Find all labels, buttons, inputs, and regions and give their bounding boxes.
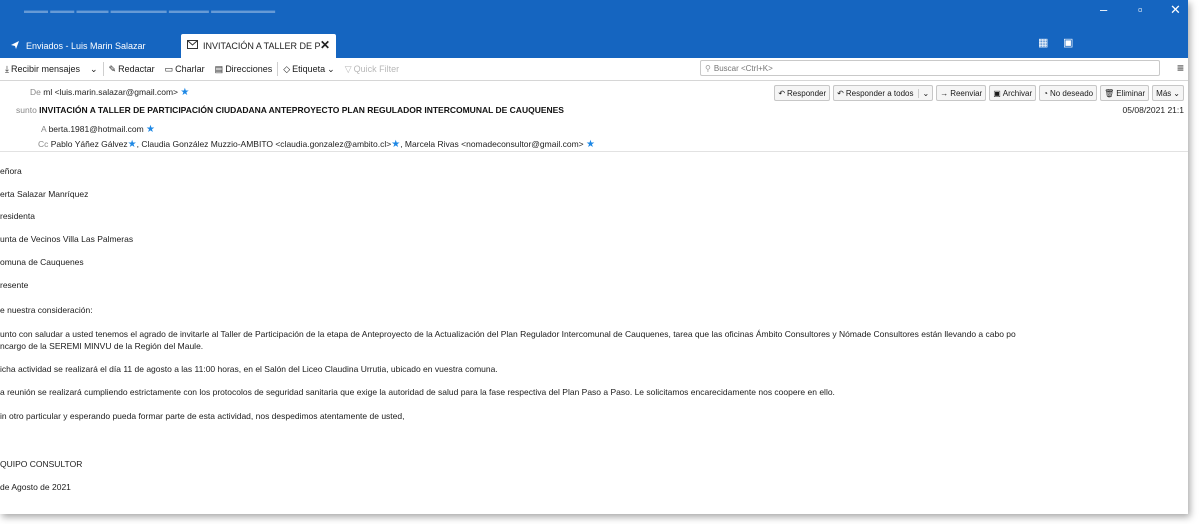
chevron-down-icon: ⌄ [327,63,335,74]
cc-label: Cc [38,139,49,149]
from-label: De [30,87,41,97]
search-box[interactable]: ⚲ [700,60,1160,76]
filter-icon: ▽ [344,63,352,74]
subject-value: INVITACIÓN A TALLER DE PARTICIPACIÓN CIU… [39,105,564,115]
window-title-bar: ▬▬▬ ▬▬▬ ▬▬▬▬ ▬▬▬▬▬▬▬ ▬▬▬▬▬ ▬▬▬▬▬▬▬▬ – ▫ … [0,0,1188,26]
chat-button[interactable]: ▭ Charlar [160,64,210,75]
from-row: De ml <luis.marin.salazar@gmail.com> ★ [30,87,189,98]
star-icon[interactable]: ★ [391,139,400,150]
archive-label: Archivar [1002,88,1033,98]
reply-all-label: Responder a todos [845,88,914,98]
chat-label: Charlar [175,64,205,74]
body-line: e nuestra consideración: [0,305,93,315]
tab-sent[interactable]: Enviados - Luis Marin Salazar [0,34,175,58]
chevron-down-icon: ⌄ [1173,88,1180,98]
reply-all-icon: ↶ [837,88,844,98]
forward-label: Reenviar [950,88,983,98]
from-value[interactable]: ml <luis.marin.salazar@gmail.com> [43,87,178,97]
junk-icon: ◔ [1043,88,1048,98]
chevron-down-icon: ⌄ [918,88,929,98]
address-book-label: Direcciones [225,64,273,74]
body-line: residenta [0,211,35,221]
reply-icon: ↶ [778,88,786,98]
delete-button[interactable]: 🗑 Eliminar [1100,85,1150,101]
address-book-icon: ▤ [214,63,224,74]
sent-icon [10,40,20,52]
message-header: De ml <luis.marin.salazar@gmail.com> ★ s… [0,81,1188,152]
download-icon: ⤓ [5,63,9,74]
quick-filter-label: Quick Filter [353,64,400,74]
get-messages-dropdown[interactable]: ⌄ [85,64,103,75]
reply-all-button[interactable]: ↶ Responder a todos ⌄ [833,85,934,101]
tasks-icon[interactable]: ▣ [1063,36,1073,49]
body-line: in otro particular y esperando pueda for… [0,411,405,421]
more-label: Más [1156,88,1172,98]
forward-button[interactable]: → Reenviar [936,85,987,101]
chat-icon: ▭ [164,63,174,74]
close-window-icon[interactable]: ✕ [1170,2,1181,18]
junk-button[interactable]: ◔ No deseado [1039,85,1098,101]
tab-message[interactable]: INVITACIÓN A TALLER DE P ✕ [181,34,336,58]
compose-label: Redactar [118,64,155,74]
body-line: unto con saludar a usted tenemos el agra… [0,329,1016,339]
maximize-icon[interactable]: ▫ [1138,2,1143,17]
cc-row: Cc Pablo Yáñez Gálvez★, Claudia González… [38,139,595,150]
get-messages-button[interactable]: ⤓ Recibir mensajes [0,64,85,75]
calendar-icon[interactable]: ▦ [1038,36,1048,49]
chevron-down-icon: ⌄ [90,63,98,74]
blurred-menu: ▬▬▬ ▬▬▬ ▬▬▬▬ ▬▬▬▬▬▬▬ ▬▬▬▬▬ ▬▬▬▬▬▬▬▬ [24,6,276,15]
body-line: eñora [0,166,22,176]
subject-label: sunto [16,105,37,115]
star-icon[interactable]: ★ [586,139,595,150]
archive-icon: ▣ [993,88,1001,98]
junk-label: No deseado [1049,88,1094,98]
message-actions: ↶ Responder ↶ Responder a todos ⌄ → Reenviar… [774,85,1184,101]
minimize-icon[interactable]: – [1100,2,1107,17]
reply-label: Responder [787,88,827,98]
reply-button[interactable]: ↶ Responder [774,85,831,101]
body-line: QUIPO CONSULTOR [0,459,83,469]
body-line: icha actividad se realizará el día 11 de… [0,364,498,374]
tag-icon: ◇ [283,63,291,74]
tag-label: Etiqueta [292,64,326,74]
more-button[interactable]: Más ⌄ [1152,85,1184,101]
body-line: unta de Vecinos Villa Las Palmeras [0,234,134,244]
envelope-icon [187,40,198,51]
pencil-icon: ✎ [108,63,117,74]
cc-recipient[interactable]: , Claudia González Muzzio-AMBITO <claudi… [137,139,392,149]
hamburger-menu-icon[interactable]: ≡ [1177,61,1184,75]
mail-window: ▬▬▬ ▬▬▬ ▬▬▬▬ ▬▬▬▬▬▬▬ ▬▬▬▬▬ ▬▬▬▬▬▬▬▬ – ▫ … [0,0,1188,514]
delete-label: Eliminar [1116,88,1146,98]
tab-sent-label: Enviados - Luis Marin Salazar [26,41,146,51]
close-tab-icon[interactable]: ✕ [320,38,330,52]
star-icon[interactable]: ★ [180,87,189,98]
body-line: resente [0,280,29,290]
star-icon[interactable]: ★ [146,124,155,135]
to-row: A berta.1981@hotmail.com ★ [41,124,155,135]
to-value[interactable]: berta.1981@hotmail.com [49,124,144,134]
body-line: omuna de Cauquenes [0,257,84,267]
tab-message-label: INVITACIÓN A TALLER DE P [203,41,321,51]
address-book-button[interactable]: ▤ Direcciones [210,64,278,75]
compose-button[interactable]: ✎ Redactar [104,64,160,75]
body-line: de Agosto de 2021 [0,482,71,492]
cc-recipient[interactable]: Pablo Yáñez Gálvez [51,139,128,149]
to-label: A [41,124,47,134]
search-input[interactable] [710,63,1114,73]
get-messages-label: Recibir mensajes [10,64,81,74]
quick-filter-button[interactable]: ▽ Quick Filter [340,64,404,75]
body-line: erta Salazar Manríquez [0,189,89,199]
cc-recipient[interactable]: , Marcela Rivas <nomadeconsultor@gmail.c… [400,139,583,149]
main-toolbar: ⤓ Recibir mensajes ⌄ ✎ Redactar ▭ Charla… [0,58,1188,81]
archive-button[interactable]: ▣ Archivar [989,85,1037,101]
subject-row: sunto INVITACIÓN A TALLER DE PARTICIPACI… [16,105,564,115]
tag-button[interactable]: ◇ Etiqueta ⌄ [278,64,340,75]
body-line: ncargo de la SEREMI MINVU de la Región d… [0,341,204,351]
forward-icon: → [940,88,949,98]
trash-icon: 🗑 [1104,88,1115,98]
star-icon[interactable]: ★ [128,139,137,150]
body-line: a reunión se realizará cumpliendo estric… [0,387,835,397]
message-date: 05/08/2021 21:1 [1122,105,1184,115]
title-tab-bar: ▬▬▬ ▬▬▬ ▬▬▬▬ ▬▬▬▬▬▬▬ ▬▬▬▬▬ ▬▬▬▬▬▬▬▬ – ▫ … [0,0,1188,58]
